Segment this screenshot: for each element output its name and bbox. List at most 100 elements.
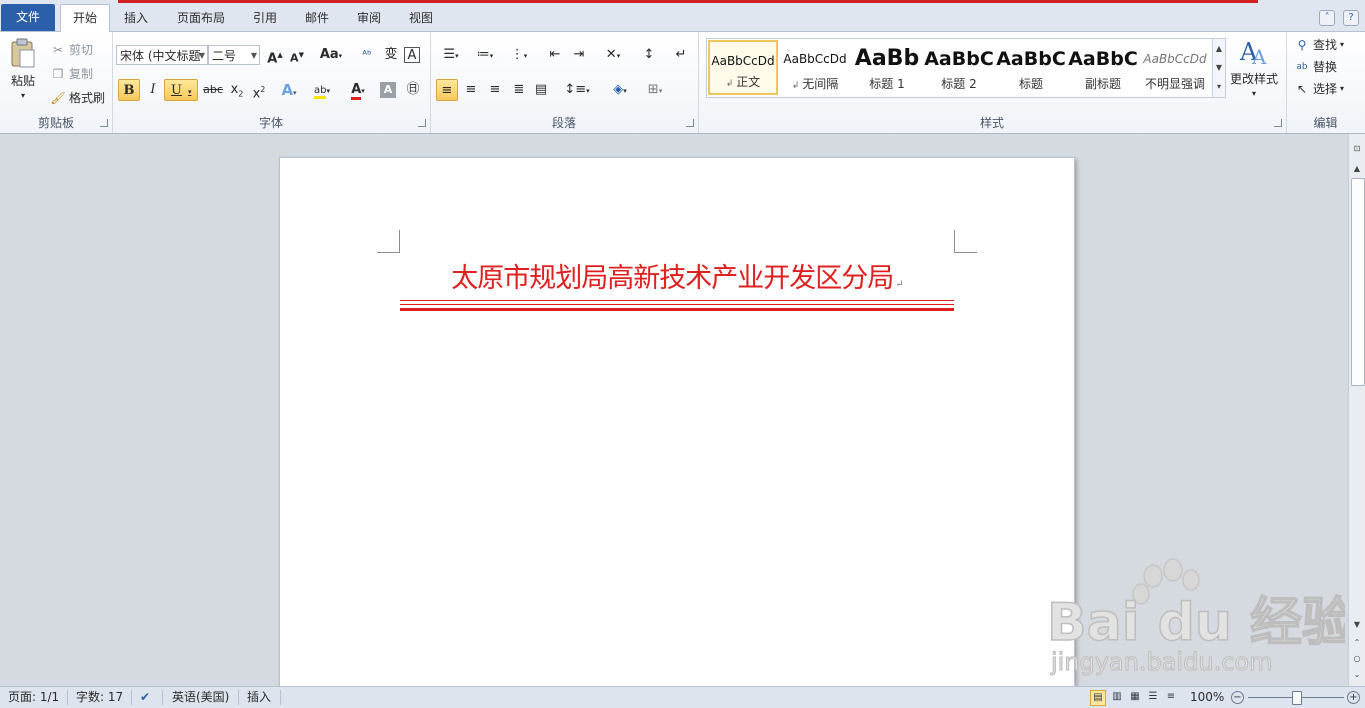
font-name-combo[interactable]: 宋体 (中文标题 ▼ (116, 45, 208, 65)
character-shading-icon[interactable]: A (380, 82, 396, 98)
page-count[interactable]: 页面: 1/1 (8, 689, 59, 706)
ruler-toggle-icon[interactable]: ⊡ (1350, 142, 1364, 156)
line-spacing-icon[interactable]: ↕≡▾ (562, 79, 592, 101)
select-button[interactable]: ↖ 选择 ▾ (1294, 80, 1344, 97)
gallery-down-icon[interactable]: ▼ (1213, 58, 1225, 77)
sort-icon[interactable]: ↕ (638, 44, 660, 66)
subscript-button[interactable]: x2 (226, 79, 248, 101)
decrease-indent-icon[interactable]: ⇤ (544, 44, 566, 66)
language-indicator[interactable]: 英语(美国) (172, 689, 229, 706)
chinese-layout-icon[interactable]: ✕▾ (598, 44, 628, 66)
shading-icon[interactable]: ◈▾ (604, 79, 636, 101)
text-effects-icon[interactable]: A▾ (278, 79, 300, 101)
find-button[interactable]: ⚲ 查找 ▾ (1294, 36, 1344, 53)
document-heading[interactable]: 太原市规划局高新技术产业开发区分局 ↵ (400, 256, 954, 295)
paragraph-launcher-icon[interactable] (686, 119, 694, 127)
tab-view[interactable]: 视图 (399, 6, 443, 31)
paste-dropdown-icon[interactable]: ▾ (21, 91, 25, 100)
justify-icon[interactable]: ≣ (508, 79, 530, 101)
strikethrough-button[interactable]: abc (201, 79, 225, 101)
cut-button[interactable]: ✂ 剪切 (50, 41, 93, 58)
align-left-icon[interactable]: ≡ (436, 79, 458, 101)
draft-icon[interactable]: ≡ (1164, 690, 1178, 704)
tab-review[interactable]: 审阅 (347, 6, 391, 31)
shrink-font-button[interactable]: A▼ (286, 44, 308, 66)
style-subtle-emphasis[interactable]: AaBbCcDd 不明显强调 (1140, 40, 1210, 95)
previous-page-icon[interactable]: ⌃ (1350, 636, 1364, 650)
numbering-icon[interactable]: ≔▾ (470, 44, 500, 66)
superscript-button[interactable]: x2 (248, 79, 270, 101)
zoom-in-icon[interactable]: + (1347, 691, 1360, 704)
underline-button[interactable]: U ▾ (164, 79, 198, 101)
font-size-combo[interactable]: 二号 ▼ (208, 45, 260, 65)
clipboard-launcher-icon[interactable] (100, 119, 108, 127)
increase-indent-icon[interactable]: ⇥ (568, 44, 590, 66)
grow-font-button[interactable]: A▲ (264, 44, 286, 66)
browse-object-icon[interactable]: ○ (1350, 652, 1364, 666)
zoom-level[interactable]: 100% (1190, 689, 1224, 706)
web-layout-icon[interactable]: ▦ (1128, 690, 1142, 704)
tab-home[interactable]: 开始 (60, 4, 110, 33)
show-marks-icon[interactable]: ↵ (670, 44, 692, 66)
bullets-icon[interactable]: ☰▾ (436, 44, 466, 66)
character-border-icon[interactable]: A (404, 47, 420, 63)
next-page-icon[interactable]: ⌄ (1350, 668, 1364, 682)
word-count[interactable]: 字数: 17 (76, 689, 123, 706)
tab-insert[interactable]: 插入 (113, 6, 159, 31)
ribbon-tab-bar: 文件 开始 插入 页面布局 引用 邮件 审阅 视图 ˄ ? (0, 0, 1365, 33)
style-subtitle[interactable]: AaBbC 副标题 (1068, 40, 1138, 95)
align-center-icon[interactable]: ≡ (460, 79, 482, 101)
style-no-spacing[interactable]: AaBbCcDd ↲ 无间隔 (780, 40, 850, 95)
tab-file[interactable]: 文件 (1, 4, 55, 31)
style-heading-2[interactable]: AaBbC 标题 2 (924, 40, 994, 95)
zoom-out-icon[interactable]: − (1231, 691, 1244, 704)
paragraph-mark-icon: ↲ (725, 79, 737, 89)
chevron-down-icon: ▾ (455, 52, 459, 60)
style-sample: AaBbC (1068, 48, 1138, 70)
paste-button[interactable]: 粘贴 ▾ (8, 38, 38, 100)
scroll-thumb[interactable] (1351, 178, 1365, 386)
style-normal[interactable]: AaBbCcDd ↲ 正文 (708, 40, 778, 95)
borders-icon[interactable]: ⊞▾ (640, 79, 670, 101)
scroll-up-icon[interactable]: ▲ (1350, 162, 1364, 176)
multilevel-list-icon[interactable]: ⋮▾ (504, 44, 534, 66)
help-icon[interactable]: ? (1343, 10, 1359, 26)
italic-button[interactable]: I (142, 79, 164, 101)
document-page[interactable]: 太原市规划局高新技术产业开发区分局 ↵ (279, 157, 1075, 686)
chevron-down-icon: ▾ (1252, 89, 1257, 98)
vertical-scrollbar[interactable]: ⊡ ▲ ▼ ⌃ ○ ⌄ (1348, 134, 1365, 686)
print-layout-icon[interactable]: ▤ (1090, 690, 1106, 706)
enclose-characters-icon[interactable]: ㊐ (402, 79, 424, 101)
bold-button[interactable]: B (118, 79, 140, 101)
outline-icon[interactable]: ☰ (1146, 690, 1160, 704)
tab-page-layout[interactable]: 页面布局 (166, 6, 236, 31)
gallery-up-icon[interactable]: ▲ (1213, 39, 1225, 58)
font-launcher-icon[interactable] (418, 119, 426, 127)
proofing-icon[interactable]: ✔ (140, 689, 150, 706)
highlight-color-icon[interactable]: ab▾ (308, 79, 336, 101)
replace-button[interactable]: ab 替换 (1294, 58, 1337, 75)
full-screen-reading-icon[interactable]: ▥ (1110, 690, 1124, 704)
styles-launcher-icon[interactable] (1274, 119, 1282, 127)
zoom-slider-thumb[interactable] (1292, 691, 1302, 705)
copy-button[interactable]: ❐ 复制 (50, 65, 93, 82)
style-sample: AaBbC (924, 48, 994, 70)
style-heading-1[interactable]: AaBb 标题 1 (852, 40, 922, 95)
format-painter-button[interactable]: 🖌 格式刷 (50, 89, 105, 106)
tab-references[interactable]: 引用 (243, 6, 287, 31)
font-color-icon[interactable]: A▾ (344, 79, 372, 101)
minimize-ribbon-icon[interactable]: ˄ (1319, 10, 1336, 26)
scroll-down-icon[interactable]: ▼ (1350, 618, 1364, 632)
tab-mailings[interactable]: 邮件 (295, 6, 339, 31)
clear-formatting-icon[interactable]: ᴬᵇ (356, 44, 378, 66)
phonetic-guide-icon[interactable]: 变 (380, 44, 402, 66)
distributed-icon[interactable]: ▤ (530, 79, 552, 101)
binoculars-icon: ⚲ (1297, 37, 1307, 52)
change-case-button[interactable]: Aa▾ (316, 44, 346, 66)
underline-label: U (171, 83, 182, 98)
gallery-more-icon[interactable]: ▾ (1213, 77, 1225, 96)
style-title[interactable]: AaBbC 标题 (996, 40, 1066, 95)
change-styles-button[interactable]: A A 更改样式 ▾ (1230, 38, 1278, 98)
align-right-icon[interactable]: ≡ (484, 79, 506, 101)
insert-mode-indicator[interactable]: 插入 (247, 689, 271, 706)
